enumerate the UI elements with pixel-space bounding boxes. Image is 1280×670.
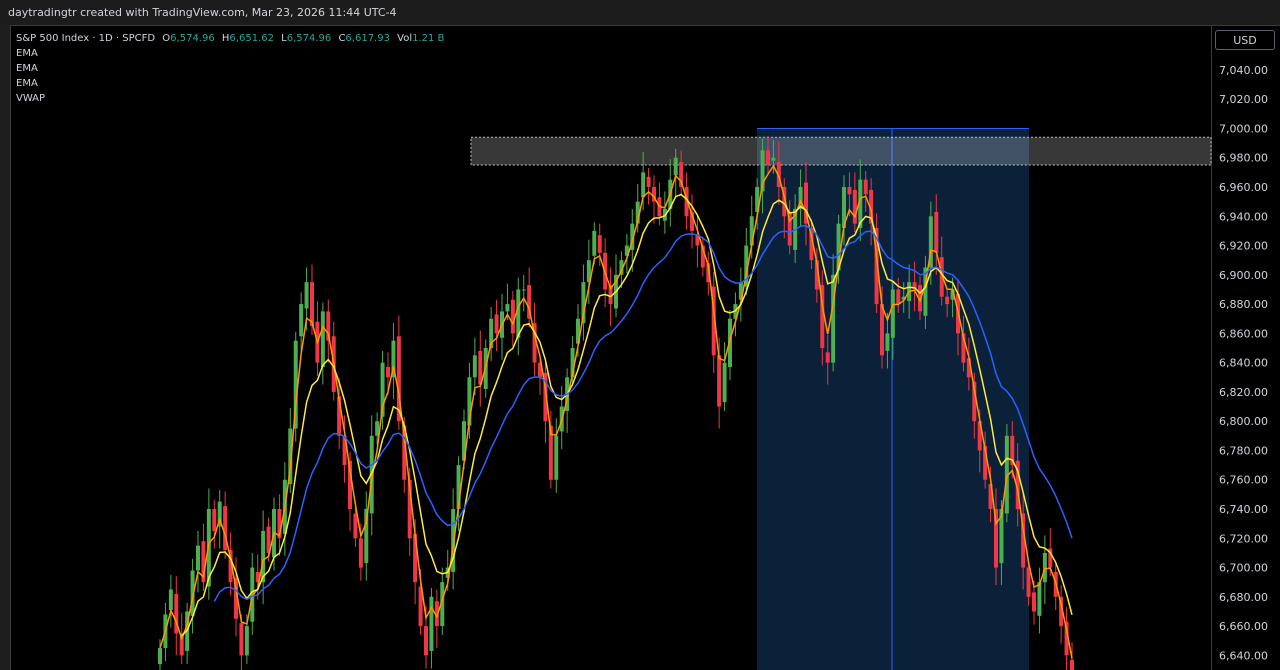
candle-body: [168, 589, 173, 610]
y-tick-label: 6,960.00: [1219, 181, 1268, 194]
y-tick-label: 7,040.00: [1219, 64, 1268, 77]
y-tick-label: 6,720.00: [1219, 532, 1268, 545]
y-tick-label: 6,640.00: [1219, 649, 1268, 662]
symbol-label[interactable]: S&P 500 Index · 1D · SPCFD: [16, 33, 155, 44]
candle-body: [358, 538, 363, 568]
low-value: 6,574.96: [286, 33, 332, 44]
y-tick-label: 6,780.00: [1219, 444, 1268, 457]
candle-body: [429, 596, 434, 651]
y-tick-label: 6,940.00: [1219, 210, 1268, 223]
y-tick-label: 6,840.00: [1219, 357, 1268, 370]
indicator-ema-1[interactable]: EMA: [16, 46, 444, 61]
candle-body: [158, 648, 162, 665]
currency-button[interactable]: USD: [1215, 30, 1275, 50]
candle-body: [1032, 592, 1036, 612]
y-tick-label: 7,000.00: [1219, 122, 1268, 135]
candle-body: [196, 545, 200, 571]
close-value: 6,617.93: [345, 33, 390, 44]
candle-body: [597, 235, 602, 253]
candle-body: [646, 176, 651, 187]
y-tick-label: 7,020.00: [1219, 93, 1268, 106]
candle-body: [766, 150, 770, 166]
candle-body: [641, 172, 646, 198]
candle-body: [510, 299, 515, 334]
candle-body: [880, 304, 884, 356]
candle-body: [717, 355, 722, 407]
candle-body: [1070, 659, 1074, 670]
candle-body: [353, 513, 358, 539]
y-tick-label: 6,740.00: [1219, 503, 1268, 516]
y-tick-label: 6,660.00: [1219, 620, 1268, 633]
candle-body: [494, 314, 499, 334]
candle-body: [424, 626, 428, 656]
candle-body: [771, 157, 776, 161]
y-tick-label: 6,820.00: [1219, 386, 1268, 399]
candle-body: [1037, 582, 1042, 616]
candle-body: [505, 304, 510, 312]
y-tick-label: 6,680.00: [1219, 591, 1268, 604]
y-tick-label: 6,920.00: [1219, 240, 1268, 253]
indicator-vwap[interactable]: VWAP: [16, 91, 444, 106]
candle-body: [521, 289, 526, 291]
y-tick-label: 6,860.00: [1219, 327, 1268, 340]
volume-value: 1.21 B: [412, 33, 445, 44]
y-tick-label: 6,880.00: [1219, 298, 1268, 311]
candle-body: [310, 282, 314, 327]
open-value: 6,574.96: [170, 33, 215, 44]
candle-body: [852, 189, 857, 224]
indicator-ema-2[interactable]: EMA: [16, 61, 444, 76]
volume-key: Vol: [397, 33, 413, 44]
resistance-zone: [470, 136, 1212, 166]
candle-body: [1042, 552, 1047, 583]
candle-body: [386, 367, 390, 378]
indicator-ema-3[interactable]: EMA: [16, 76, 444, 91]
candle-body: [304, 282, 309, 309]
candle-body: [673, 157, 678, 176]
y-tick-label: 6,700.00: [1219, 562, 1268, 575]
candle-body: [863, 179, 868, 195]
symbol-ohlc-row[interactable]: S&P 500 Index · 1D · SPCFD O6,574.96 H6,…: [16, 31, 444, 46]
candle-body: [212, 509, 217, 531]
candle-body: [825, 352, 830, 363]
candle-body: [244, 626, 249, 656]
high-value: 6,651.62: [229, 33, 274, 44]
candle-body: [890, 289, 895, 338]
y-tick-label: 6,760.00: [1219, 474, 1268, 487]
y-tick-label: 6,800.00: [1219, 415, 1268, 428]
candle-body: [831, 274, 836, 363]
candle-body: [885, 333, 890, 351]
candle-body: [847, 187, 852, 195]
candle-body: [592, 230, 597, 256]
candle-body: [320, 311, 325, 368]
chart-legend: S&P 500 Index · 1D · SPCFD O6,574.96 H6,…: [16, 31, 444, 106]
candle-body: [239, 623, 244, 656]
candle-body: [896, 289, 901, 305]
candle-body: [722, 362, 727, 403]
candle-body: [934, 211, 939, 253]
open-key: O: [162, 33, 171, 44]
candle-body: [945, 296, 950, 305]
y-tick-label: 6,980.00: [1219, 152, 1268, 165]
candle-body: [472, 355, 477, 378]
y-tick-label: 6,900.00: [1219, 269, 1268, 282]
candle-body: [299, 304, 304, 337]
candle-body: [554, 435, 559, 480]
